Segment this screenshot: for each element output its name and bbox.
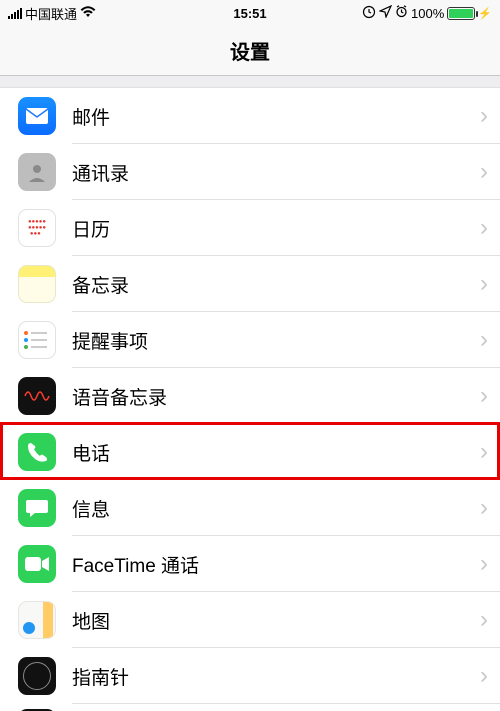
lock-rotation-icon <box>362 5 376 22</box>
row-label: 邮件 <box>72 103 480 130</box>
chevron-right-icon: › <box>480 606 488 634</box>
chevron-right-icon: › <box>480 270 488 298</box>
page-title: 设置 <box>230 36 270 65</box>
settings-list: 邮件 › 通讯录 › ●●●●● ●●●●● ●●● 日历 › 备忘录 › 提醒… <box>0 88 500 711</box>
status-right: 100% ⚡ <box>362 5 492 22</box>
messages-icon <box>18 489 56 527</box>
row-reminders[interactable]: 提醒事项 › <box>0 312 500 368</box>
facetime-icon <box>18 545 56 583</box>
status-left: 中国联通 <box>8 4 96 23</box>
mail-icon <box>18 97 56 135</box>
chevron-right-icon: › <box>480 382 488 410</box>
signal-icon <box>8 8 22 19</box>
row-label: 通讯录 <box>72 159 480 186</box>
row-phone[interactable]: 电话 › <box>0 424 500 480</box>
row-facetime[interactable]: FaceTime 通话 › <box>0 536 500 592</box>
row-label: 指南针 <box>72 663 480 690</box>
row-maps[interactable]: 地图 › <box>0 592 500 648</box>
alarm-icon <box>395 5 408 21</box>
maps-icon <box>18 601 56 639</box>
row-voice-memos[interactable]: 语音备忘录 › <box>0 368 500 424</box>
chevron-right-icon: › <box>480 494 488 522</box>
section-spacer <box>0 76 500 88</box>
battery-icon <box>447 7 475 20</box>
row-label: 提醒事项 <box>72 327 480 354</box>
chevron-right-icon: › <box>480 326 488 354</box>
calendar-icon: ●●●●● ●●●●● ●●● <box>18 209 56 247</box>
row-label: 电话 <box>72 439 480 466</box>
chevron-right-icon: › <box>480 102 488 130</box>
row-label: 地图 <box>72 607 480 634</box>
row-calendar[interactable]: ●●●●● ●●●●● ●●● 日历 › <box>0 200 500 256</box>
row-label: 语音备忘录 <box>72 383 480 410</box>
row-measure[interactable]: 测距仪 › <box>0 704 500 711</box>
row-label: 信息 <box>72 495 480 522</box>
wifi-icon <box>80 6 96 21</box>
chevron-right-icon: › <box>480 158 488 186</box>
row-mail[interactable]: 邮件 › <box>0 88 500 144</box>
charging-icon: ⚡ <box>478 7 492 20</box>
compass-icon <box>18 657 56 695</box>
chevron-right-icon: › <box>480 438 488 466</box>
voice-memos-icon <box>18 377 56 415</box>
row-label: 备忘录 <box>72 271 480 298</box>
chevron-right-icon: › <box>480 550 488 578</box>
row-contacts[interactable]: 通讯录 › <box>0 144 500 200</box>
battery-pct: 100% <box>411 6 444 21</box>
status-bar: 中国联通 15:51 100% ⚡ <box>0 0 500 26</box>
row-notes[interactable]: 备忘录 › <box>0 256 500 312</box>
location-icon <box>379 5 392 21</box>
carrier-label: 中国联通 <box>25 4 77 23</box>
chevron-right-icon: › <box>480 214 488 242</box>
contacts-icon <box>18 153 56 191</box>
nav-bar: 设置 <box>0 26 500 76</box>
row-label: FaceTime 通话 <box>72 551 480 578</box>
row-compass[interactable]: 指南针 › <box>0 648 500 704</box>
row-messages[interactable]: 信息 › <box>0 480 500 536</box>
notes-icon <box>18 265 56 303</box>
row-label: 日历 <box>72 215 480 242</box>
chevron-right-icon: › <box>480 662 488 690</box>
reminders-icon <box>18 321 56 359</box>
phone-icon <box>18 433 56 471</box>
